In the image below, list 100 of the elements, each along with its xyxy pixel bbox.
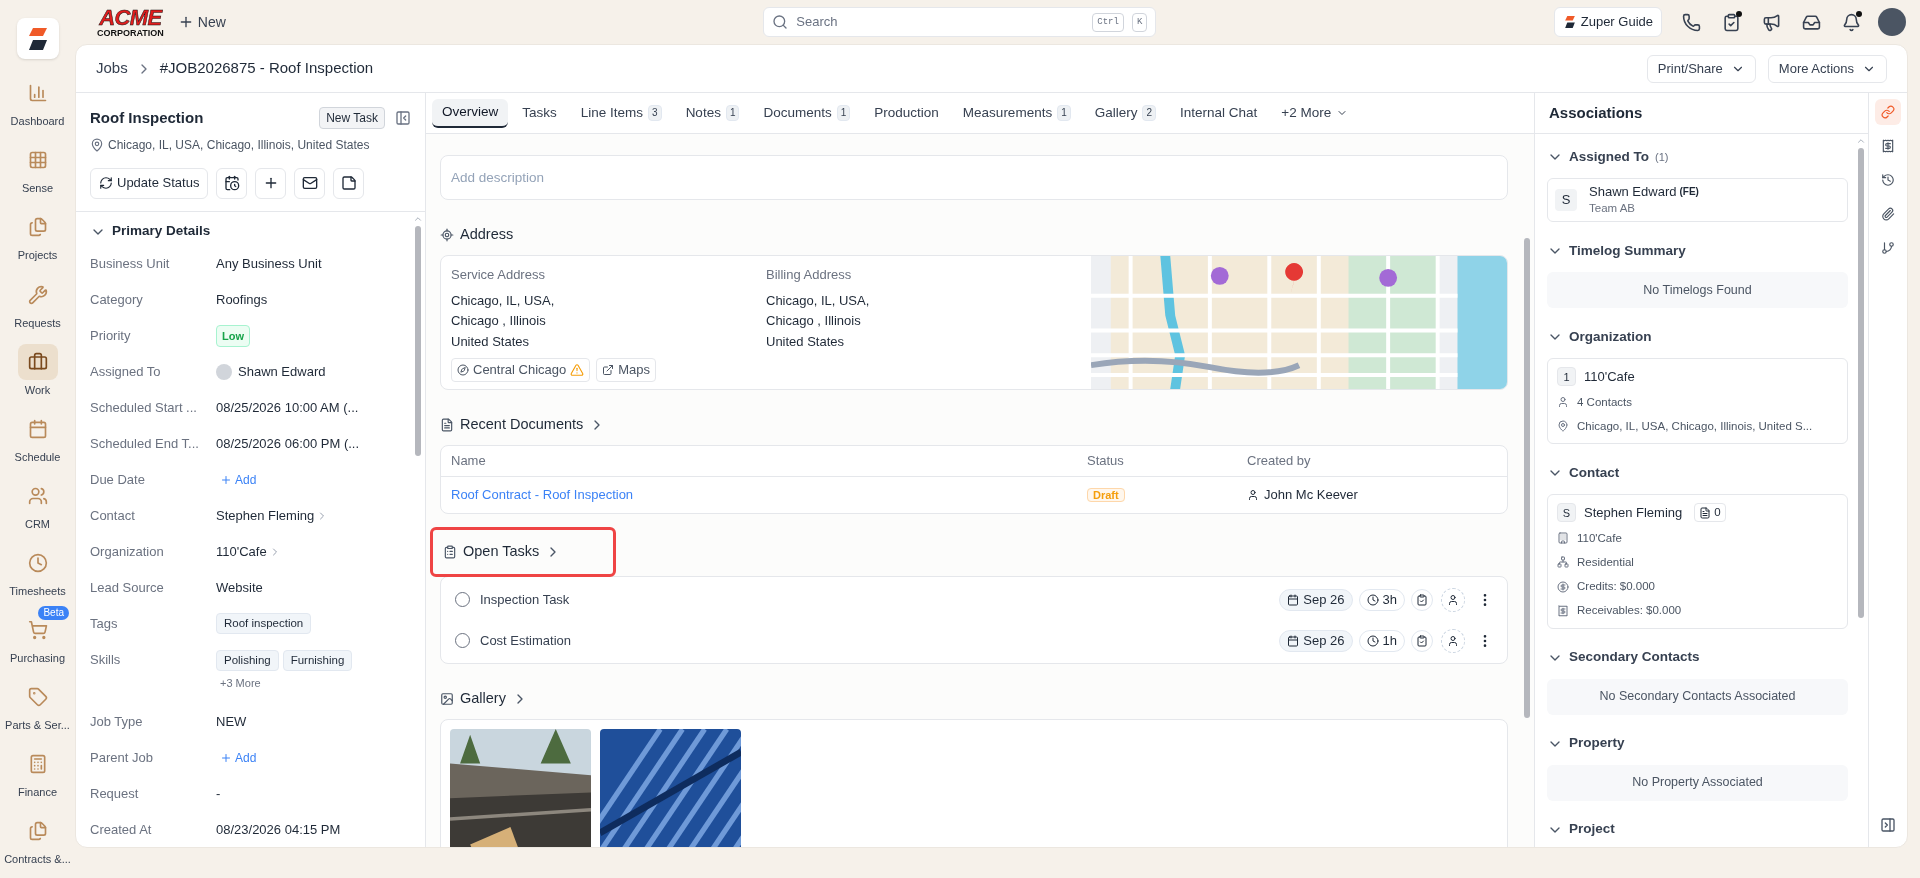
nav-item[interactable]: Sense [0,140,75,208]
zone-chip[interactable]: Central Chicago [451,358,591,382]
initial-avatar: S [1555,189,1577,211]
section-header[interactable]: Contact [1547,462,1848,484]
nav-item[interactable]: Projects [0,207,75,275]
search-field[interactable]: Search [796,12,1085,32]
contact-detail: 110'Cafe [1577,530,1622,546]
field-label: Job Type [90,712,144,731]
nav-item[interactable]: Work [0,341,75,409]
guide-button[interactable]: Zuper Guide [1553,7,1662,37]
nav-item[interactable]: Schedule [0,408,75,476]
address-line: Chicago, IL, USA, [451,291,556,310]
role-label: (FE) [1679,185,1699,199]
field-value: Roofings [216,290,268,309]
hierarchy-icon [1557,556,1569,569]
add-link[interactable]: Add [220,748,257,767]
collapse-panel-icon[interactable] [395,110,411,127]
phone-button[interactable] [1680,11,1702,33]
more-link[interactable]: +3 More [220,674,353,691]
new-task-button[interactable]: New Task [319,107,385,130]
section-header[interactable]: Project [1547,818,1848,841]
receipt-icon [1557,604,1569,617]
address-line: Chicago , Illinois [766,312,862,330]
tab[interactable]: Production [864,98,949,128]
field-link[interactable]: Stephen Fleming [216,505,315,526]
print-share-dropdown[interactable]: Print/Share [1646,54,1756,83]
beta-badge: Beta [38,605,69,620]
count-badge: 1 [725,105,740,121]
nav-item[interactable]: Dashboard [0,73,75,141]
maps-link[interactable]: Maps [596,358,656,382]
tab[interactable]: Line Items 3 [570,98,672,128]
count-badge: 1 [836,105,851,121]
section-header[interactable]: Property [1547,732,1848,755]
field-label: Skills [90,650,122,669]
tab[interactable]: Notes 1 [675,98,750,128]
field-link[interactable]: 110'Cafe [216,541,267,562]
tab[interactable]: +2 More [1271,98,1359,128]
location-icon [90,137,104,152]
receipt-icon [1881,139,1895,153]
note-button[interactable] [333,167,365,199]
company-logo[interactable]: ACME CORPORATION [97,6,164,38]
more-actions-dropdown[interactable]: More Actions [1767,54,1887,83]
due-date-chip[interactable]: Sep 26 [1279,588,1353,611]
empty-state: No Timelogs Found [1547,272,1848,308]
nav-item[interactable]: Finance [0,743,75,811]
initial-avatar: 1 [1557,367,1576,387]
section-title[interactable]: Gallery [460,688,506,710]
empty-state: No Secondary Contacts Associated [1547,678,1848,715]
nav-item[interactable]: Requests [0,274,75,342]
add-button[interactable] [255,167,287,199]
nav-item[interactable]: Parts & Ser... [0,676,75,744]
section-header[interactable]: Assigned To (1) [1547,146,1848,168]
collapse-panel-icon[interactable] [1880,817,1896,833]
tag-chip: Furnishing [282,649,353,671]
app-logo[interactable] [16,18,59,60]
update-status-button[interactable]: Update Status [90,167,209,199]
clock-icon [1366,593,1379,606]
description-field[interactable]: Add description [440,155,1508,200]
tab[interactable]: Gallery 2 [1084,98,1167,128]
clock-icon [1366,634,1379,647]
tab[interactable]: Internal Chat [1170,98,1268,128]
nav-item[interactable]: CRM [0,475,75,543]
search-icon [772,14,789,30]
user-icon [1447,634,1459,647]
bar-chart-icon [27,83,48,104]
section-header[interactable]: Organization [1547,326,1848,348]
section-header[interactable]: Primary Details [90,219,413,244]
clipboard-icon [1416,634,1428,647]
email-button[interactable] [294,167,326,199]
contact-detail: Receivables: $0.000 [1577,603,1682,619]
history-icon [1881,173,1895,187]
task-name[interactable]: Inspection Task [480,589,570,610]
task-name[interactable]: Cost Estimation [480,630,572,651]
tools-icon [27,284,48,305]
search-bar[interactable]: Search Ctrl K [763,7,1157,37]
add-link[interactable]: Add [220,470,257,489]
link-tab[interactable] [1875,99,1901,125]
contact-card[interactable]: S Stephen Fleming 0 110'Cafe Residential Credits: $0.000 Receivables: $0.000 [1547,494,1848,629]
user-avatar[interactable] [1878,8,1906,36]
nav-item[interactable]: Contracts &... [0,810,75,878]
organization-address: Chicago, IL, USA, Chicago, Illinois, United S... [1577,418,1813,434]
tab[interactable]: Measurements 1 [952,98,1081,128]
document-count[interactable]: 0 [1694,503,1726,523]
new-button[interactable]: New [177,11,226,33]
tab[interactable]: Overview [432,98,509,128]
tab[interactable]: Documents 1 [753,98,861,128]
section-header[interactable]: Timelog Summary [1547,240,1848,262]
schedule-button[interactable] [216,167,248,199]
grid-icon [27,150,48,171]
breadcrumb-link[interactable]: Jobs [96,57,128,80]
documents-icon [27,217,48,238]
person-card[interactable]: S Shawn Edward (FE) Team AB [1547,178,1848,222]
section-title[interactable]: Recent Documents [460,414,584,436]
section-title[interactable]: Open Tasks [463,541,540,563]
due-date-chip[interactable]: Sep 26 [1279,629,1353,652]
column-header: Name [451,452,487,471]
document-link[interactable]: Roof Contract - Roof Inspection [451,487,634,503]
section-header[interactable]: Secondary Contacts [1547,646,1848,669]
organization-card[interactable]: 1 110'Cafe 4 Contacts Chicago, IL, USA, Chicago, Illinois, United S... [1547,358,1848,444]
tab[interactable]: Tasks [512,98,567,128]
